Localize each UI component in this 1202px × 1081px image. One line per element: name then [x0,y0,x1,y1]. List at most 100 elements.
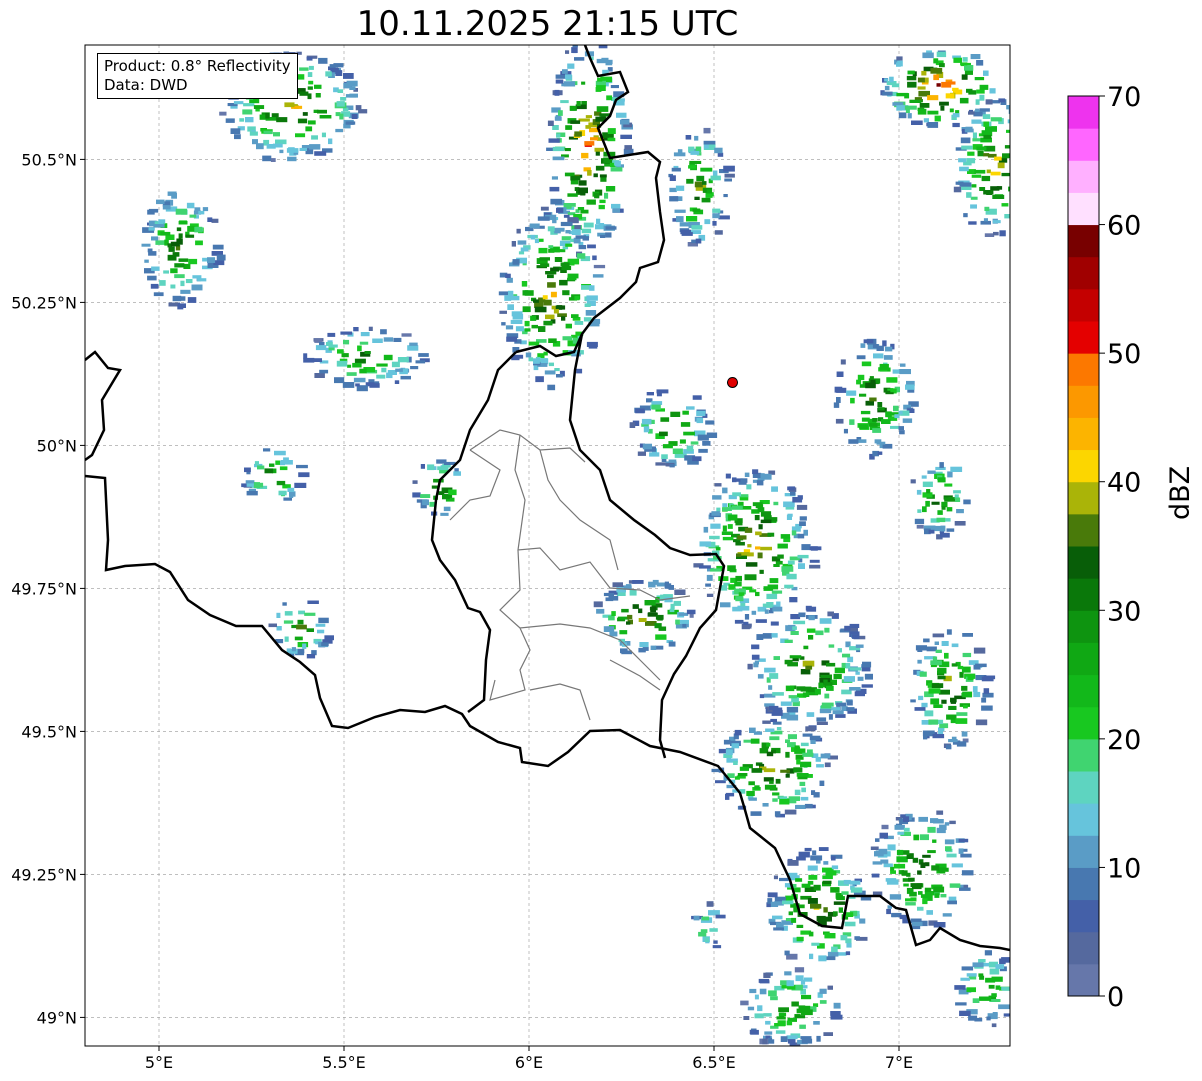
borders [85,45,1010,952]
echo-cell [810,855,823,861]
echo-cell [353,377,366,383]
colorbar-segment [1068,96,1099,129]
echo-cell [1014,157,1021,162]
echo-cell [586,295,598,301]
echo-cell [979,108,990,112]
echo-cell [930,818,939,824]
echo-cell [946,507,953,512]
echo-cell [638,647,646,653]
echo-cell [702,181,707,185]
echo-cell [697,434,709,441]
echo-cell [1001,203,1009,207]
echo-cell [1018,205,1030,208]
echo-cell [794,745,800,751]
echo-cell [850,880,861,885]
echo-cell [276,480,286,486]
echo-cell [882,91,893,96]
echo-cell [329,64,338,68]
echo-cell [723,194,728,198]
echo-cell [861,361,872,367]
echo-cell [802,733,813,737]
echo-cell [891,83,900,88]
echo-cell [704,219,711,225]
echo-cell [765,1020,771,1025]
echo-cell [896,856,908,863]
echo-cell [788,796,800,801]
echo-cell [790,631,799,635]
echo-cell [705,420,715,425]
echo-cell [296,464,308,469]
echo-cell [956,509,964,514]
echo-cell [563,81,576,87]
echo-cell [669,175,676,181]
echo-cell [939,867,945,873]
echo-cell [898,410,903,415]
echo-cell [147,248,153,253]
echo-cell [308,65,314,70]
echo-cell [833,911,838,916]
echo-cell [773,501,779,506]
echo-cell [981,175,991,182]
echo-cell [422,499,429,506]
echo-cell [688,165,696,169]
echo-cell [845,951,851,956]
echo-cell [189,214,197,218]
echo-cell [784,809,797,815]
echo-cell [906,75,917,81]
echo-cell [578,118,590,122]
echo-cell [846,390,857,396]
echo-cell [159,280,166,286]
echo-cell [679,222,689,227]
echo-cell [784,584,794,589]
echo-cell [638,618,647,622]
echo-cell [548,138,560,143]
echo-cell [918,695,924,701]
echo-cell [939,462,944,468]
echo-cell [800,686,812,692]
echo-cell [174,274,185,279]
echo-cell [872,428,882,433]
echo-cell [537,216,550,221]
echo-cell [939,63,945,68]
echo-cell [297,118,308,124]
echo-cell [856,355,866,360]
echo-cell [911,120,923,125]
echo-cell [860,410,871,415]
echo-cell [571,229,581,235]
echo-cell [696,175,705,182]
echo-cell [772,692,784,696]
echo-cell [714,483,722,487]
echo-cell [964,128,974,133]
echo-cell [812,850,817,856]
echo-cell [890,870,896,874]
echo-cell [979,975,985,980]
echo-cell [861,417,870,422]
echo-cell [857,374,865,381]
echo-cell [524,320,530,327]
echo-cell [262,155,272,162]
echo-cell [818,682,824,689]
echo-cell [892,913,897,918]
echo-cell [160,231,171,236]
echo-cell [799,521,806,526]
echo-cell [178,258,189,262]
echo-cell [932,839,937,843]
echo-cell [931,865,940,871]
echo-cell [986,1016,991,1021]
echo-cell [832,710,844,715]
echo-cell [585,125,591,129]
echo-cell [651,404,661,410]
echo-cell [207,257,216,263]
echo-cell [818,955,827,962]
echo-cell [343,339,350,345]
echo-cell [706,189,712,194]
echo-cell [803,977,813,982]
echo-cell [798,563,805,569]
echo-cell [270,158,276,162]
echo-cell [325,71,332,77]
echo-cell [594,147,604,152]
echo-cell [654,623,662,629]
echo-cell [759,569,764,574]
echo-cell [380,329,387,335]
echo-cell [710,175,721,181]
